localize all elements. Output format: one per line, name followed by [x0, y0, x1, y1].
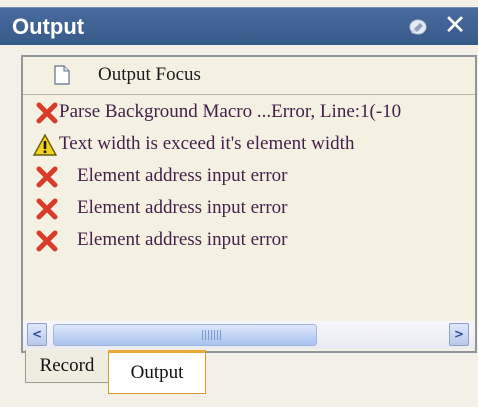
scroll-right-button[interactable]: > [449, 323, 469, 346]
message-text: Parse Background Macro ...Error, Line:1(… [59, 101, 402, 122]
error-x-icon [35, 197, 59, 221]
message-row[interactable]: Element address input error [23, 163, 475, 195]
document-icon [54, 65, 70, 90]
output-focus-label: Output Focus [98, 64, 201, 85]
scroll-grip-icon [202, 330, 222, 340]
panel-tabbar: Record Output [21, 350, 473, 394]
message-row[interactable]: Element address input error [23, 195, 475, 227]
message-row[interactable]: Parse Background Macro ...Error, Line:1(… [23, 99, 475, 131]
warning-triangle-icon [32, 133, 58, 157]
tab-output[interactable]: Output [108, 350, 206, 394]
error-x-icon [35, 229, 59, 253]
horizontal-scrollbar[interactable]: < > [23, 321, 475, 349]
message-text: Element address input error [77, 165, 288, 186]
error-x-icon [35, 101, 59, 125]
error-x-icon [35, 165, 59, 189]
tab-record[interactable]: Record [25, 350, 109, 383]
output-focus-header: Output Focus [23, 57, 475, 93]
output-list[interactable]: Output Focus Parse Background Macro ...E… [21, 55, 477, 353]
panel-titlebar[interactable]: Output ✕ [0, 7, 478, 45]
message-text: Element address input error [77, 197, 288, 218]
message-text: Text width is exceed it's element width [59, 133, 355, 154]
scroll-thumb[interactable] [53, 324, 317, 346]
pin-icon[interactable] [408, 18, 428, 36]
output-panel: Output ✕ Output Focus Parse Background M… [0, 0, 478, 407]
message-text: Element address input error [77, 229, 288, 250]
close-button[interactable]: ✕ [440, 11, 470, 41]
panel-title: Output [12, 14, 85, 39]
message-row[interactable]: Text width is exceed it's element width [23, 131, 475, 163]
header-divider [23, 94, 475, 95]
scroll-left-button[interactable]: < [27, 323, 47, 346]
message-row[interactable]: Element address input error [23, 227, 475, 259]
